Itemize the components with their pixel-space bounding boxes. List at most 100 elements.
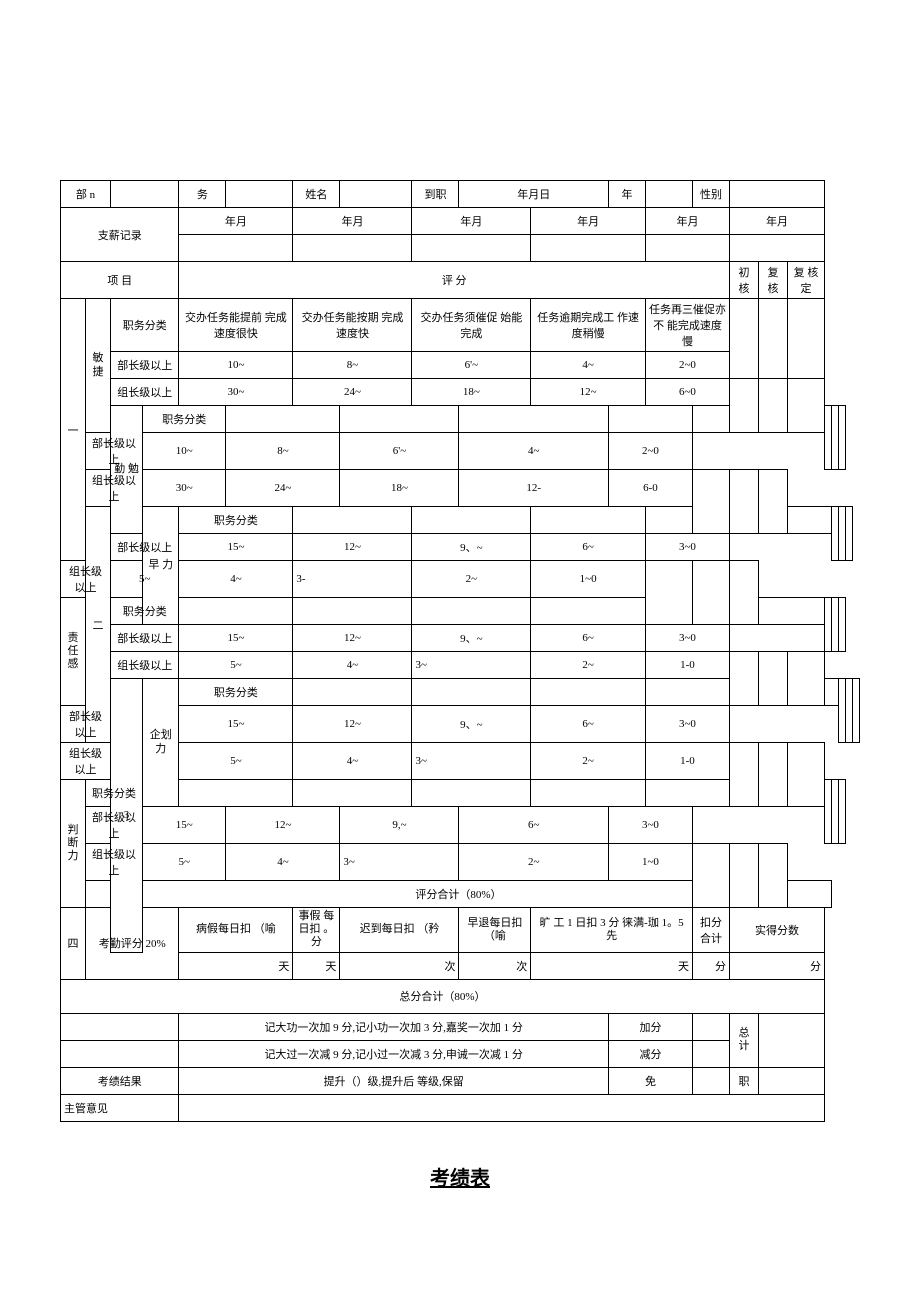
- salary-v1[interactable]: [179, 235, 293, 262]
- job-class: 职务分类: [111, 299, 179, 352]
- cell[interactable]: [645, 561, 692, 625]
- cell[interactable]: [758, 1067, 824, 1094]
- cell[interactable]: [226, 406, 340, 433]
- cell[interactable]: [729, 299, 758, 379]
- unit-day[interactable]: 天: [531, 952, 693, 979]
- cell[interactable]: [61, 1040, 179, 1067]
- absent-label: 旷 工 1 日扣 3 分 徕满-珈 1。5 先: [531, 908, 693, 953]
- cell[interactable]: [531, 507, 646, 534]
- cell[interactable]: [787, 379, 824, 433]
- cell[interactable]: [787, 743, 824, 807]
- salary-v4[interactable]: [531, 235, 646, 262]
- cell[interactable]: [608, 406, 692, 433]
- cell[interactable]: [412, 507, 531, 534]
- cell[interactable]: [412, 780, 531, 807]
- cell[interactable]: [838, 780, 845, 844]
- salary-v3[interactable]: [412, 235, 531, 262]
- cell: 3-: [293, 561, 412, 598]
- cell[interactable]: [459, 406, 608, 433]
- year-value[interactable]: [645, 181, 692, 208]
- unit-day[interactable]: 天: [179, 952, 293, 979]
- salary-v2[interactable]: [293, 235, 412, 262]
- cell[interactable]: [838, 507, 845, 561]
- cell[interactable]: [831, 598, 838, 652]
- cell[interactable]: [179, 780, 293, 807]
- cell[interactable]: [293, 598, 412, 625]
- unit-point[interactable]: 分: [692, 952, 729, 979]
- cell[interactable]: [692, 406, 758, 433]
- opinion-value[interactable]: [179, 1094, 825, 1121]
- cell[interactable]: [831, 507, 838, 561]
- cell[interactable]: [412, 679, 531, 706]
- level2: 组长级以上: [86, 844, 143, 881]
- duty-value[interactable]: [226, 181, 293, 208]
- performance-form: 部 n 务 姓名 到职 年月日 年 性别 支薪记录 年月 年月 年月 年月 年月…: [60, 180, 860, 1191]
- cell: 3~: [412, 743, 531, 780]
- unit-time[interactable]: 次: [340, 952, 459, 979]
- salary-v5[interactable]: [645, 235, 729, 262]
- cell[interactable]: [824, 679, 838, 706]
- cell[interactable]: [838, 406, 845, 470]
- cell[interactable]: [531, 598, 646, 625]
- cell: 10~: [179, 352, 293, 379]
- cell[interactable]: [838, 679, 845, 743]
- cell[interactable]: [758, 379, 787, 433]
- cell[interactable]: [831, 780, 838, 844]
- unit-time[interactable]: 次: [459, 952, 531, 979]
- cell[interactable]: [758, 299, 787, 379]
- cell[interactable]: [845, 507, 852, 561]
- cell[interactable]: [758, 1013, 824, 1067]
- cell[interactable]: [645, 780, 729, 807]
- cell[interactable]: [412, 598, 531, 625]
- cell: 6~: [459, 807, 608, 844]
- salary-v6[interactable]: [729, 235, 824, 262]
- cell[interactable]: [692, 1040, 729, 1067]
- cell[interactable]: [845, 679, 852, 743]
- cell[interactable]: [645, 507, 729, 534]
- start-label: 到职: [412, 181, 459, 208]
- cell: 2~: [412, 561, 531, 598]
- col-h3: 交办任务须催促 始能完成: [412, 299, 531, 352]
- cell[interactable]: [838, 598, 845, 652]
- cell[interactable]: [61, 1013, 179, 1040]
- cell[interactable]: [293, 780, 412, 807]
- cell: 4~: [293, 743, 412, 780]
- cell[interactable]: [824, 598, 831, 652]
- gender-value[interactable]: [729, 181, 824, 208]
- cell[interactable]: [758, 598, 824, 625]
- cell[interactable]: [729, 561, 758, 625]
- cell[interactable]: [340, 406, 459, 433]
- unit-day[interactable]: 天: [293, 952, 340, 979]
- cell[interactable]: [293, 679, 412, 706]
- cell[interactable]: [729, 743, 758, 807]
- cell[interactable]: [787, 652, 824, 706]
- cell[interactable]: [824, 780, 831, 844]
- cell[interactable]: [531, 780, 646, 807]
- cell[interactable]: [179, 598, 293, 625]
- unit-point[interactable]: 分: [729, 952, 824, 979]
- grand-total: 总分合计（80%）: [61, 979, 825, 1013]
- cell[interactable]: [824, 406, 831, 470]
- cell[interactable]: [692, 1013, 729, 1040]
- cell[interactable]: [787, 507, 831, 534]
- cell[interactable]: [758, 652, 787, 706]
- cell[interactable]: [645, 679, 729, 706]
- cell[interactable]: [729, 652, 758, 706]
- job-class: 职务分类: [179, 679, 293, 706]
- score-subtotal: 评分合计（80%）: [86, 881, 832, 908]
- name-value[interactable]: [340, 181, 412, 208]
- cell[interactable]: [729, 470, 758, 534]
- cell[interactable]: [758, 743, 787, 807]
- cell[interactable]: [293, 507, 412, 534]
- cell[interactable]: [758, 470, 787, 534]
- salary-ym4: 年月: [531, 208, 646, 235]
- cell[interactable]: [692, 561, 729, 625]
- cell[interactable]: [692, 1067, 729, 1094]
- cell[interactable]: [787, 299, 824, 379]
- cell: 3~0: [645, 534, 729, 561]
- dept-value[interactable]: [111, 181, 179, 208]
- salary-ym6: 年月: [729, 208, 824, 235]
- cell[interactable]: [831, 406, 838, 470]
- cell[interactable]: [531, 679, 646, 706]
- cell[interactable]: [852, 679, 859, 743]
